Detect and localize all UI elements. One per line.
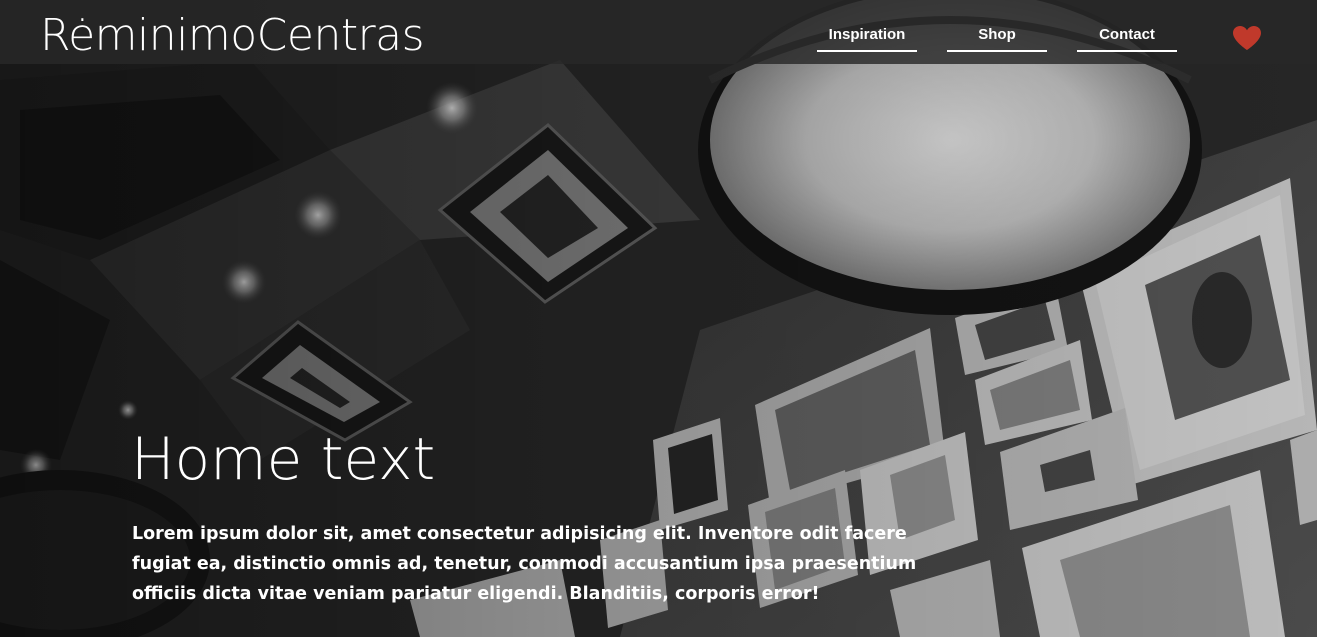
heart-icon[interactable] xyxy=(1232,25,1262,51)
nav-link-contact[interactable]: Contact xyxy=(1077,22,1177,52)
nav-link-inspiration[interactable]: Inspiration xyxy=(817,22,917,52)
page: RėminimoCentras Inspiration Shop Contact… xyxy=(0,0,1317,637)
hero-description: Lorem ipsum dolor sit, amet consectetur … xyxy=(132,524,917,604)
nav-link-shop[interactable]: Shop xyxy=(947,22,1047,52)
site-logo[interactable]: RėminimoCentras xyxy=(40,8,425,64)
hero-title: Home text xyxy=(131,425,436,493)
site-header: RėminimoCentras Inspiration Shop Contact xyxy=(0,0,1317,64)
